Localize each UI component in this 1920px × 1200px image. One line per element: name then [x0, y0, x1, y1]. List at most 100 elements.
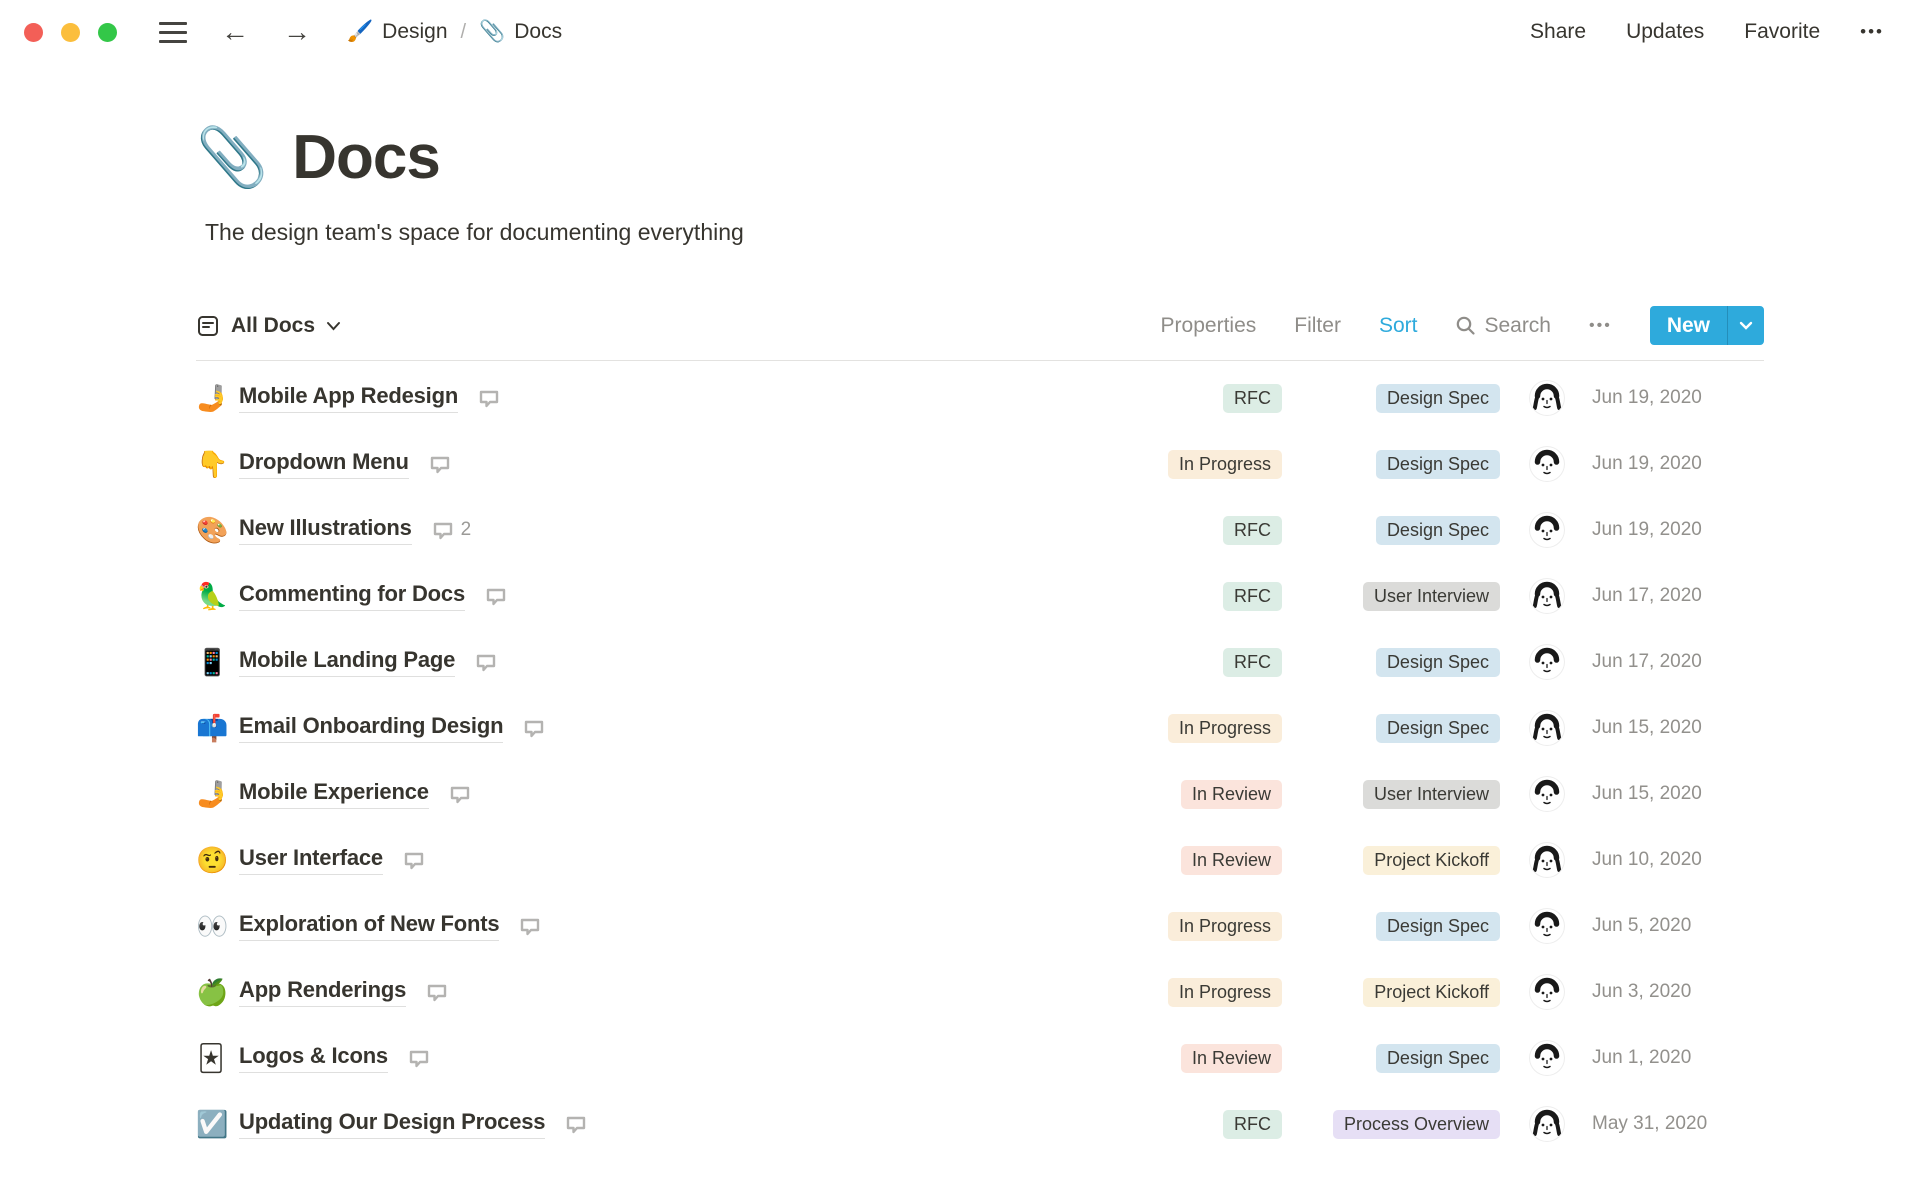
doc-title-link[interactable]: Updating Our Design Process [239, 1109, 546, 1139]
more-options-icon[interactable]: ••• [1860, 22, 1884, 42]
status-tag[interactable]: In Review [1180, 1043, 1282, 1073]
doc-title-link[interactable]: Email Onboarding Design [239, 713, 504, 743]
category-tag[interactable]: Design Spec [1375, 713, 1500, 743]
row-emoji-icon: 🤳 [196, 778, 229, 809]
back-arrow-icon[interactable]: ← [221, 18, 249, 46]
view-switcher[interactable]: All Docs [196, 314, 341, 338]
zoom-window-button[interactable] [98, 22, 117, 42]
comment-count[interactable] [565, 1114, 594, 1135]
comment-count[interactable] [485, 586, 514, 607]
doc-title-link[interactable]: Mobile Experience [239, 779, 429, 809]
status-tag[interactable]: In Review [1180, 845, 1282, 875]
comment-count[interactable] [426, 982, 455, 1003]
avatar[interactable] [1530, 909, 1564, 943]
category-tag[interactable]: Process Overview [1332, 1109, 1500, 1139]
doc-title-link[interactable]: Logos & Icons [239, 1043, 388, 1073]
new-button[interactable]: New [1649, 306, 1727, 345]
doc-title-link[interactable]: New Illustrations [239, 515, 412, 545]
comment-count[interactable] [519, 916, 548, 937]
comment-count[interactable] [478, 388, 507, 409]
comment-count[interactable] [523, 718, 552, 739]
comment-bubble-icon [479, 390, 499, 407]
category-tag[interactable]: Design Spec [1375, 911, 1500, 941]
category-tag[interactable]: Project Kickoff [1363, 977, 1500, 1007]
status-tag[interactable]: In Review [1180, 779, 1282, 809]
comment-count[interactable] [475, 652, 504, 673]
breadcrumb-separator: / [460, 20, 467, 43]
category-tag[interactable]: Design Spec [1375, 1043, 1500, 1073]
comment-count[interactable] [429, 454, 458, 475]
minimize-window-button[interactable] [61, 22, 80, 42]
category-tag[interactable]: Design Spec [1375, 449, 1500, 479]
status-tag[interactable]: RFC [1223, 515, 1282, 545]
category-tag[interactable]: Design Spec [1375, 383, 1500, 413]
row-emoji-icon: 📱 [196, 646, 229, 677]
avatar[interactable] [1530, 1107, 1564, 1141]
category-tag[interactable]: User Interview [1362, 779, 1500, 809]
search-icon [1457, 316, 1476, 335]
database-toolbar: All Docs Properties Filter Sort Search •… [196, 306, 1764, 345]
status-tag[interactable]: RFC [1223, 383, 1282, 413]
table-row: 🎨 New Illustrations 2 RFC Design Spec Ju… [196, 497, 1764, 563]
status-tag[interactable]: In Progress [1167, 713, 1282, 743]
chevron-down-icon [1739, 321, 1753, 330]
close-window-button[interactable] [24, 22, 43, 42]
sidebar-menu-icon[interactable] [159, 21, 187, 43]
doc-title-link[interactable]: App Renderings [239, 977, 406, 1007]
row-emoji-icon: 🦜 [196, 580, 229, 611]
status-tag[interactable]: In Progress [1167, 911, 1282, 941]
doc-title-link[interactable]: Mobile App Redesign [239, 383, 458, 413]
doc-title-link[interactable]: Dropdown Menu [239, 449, 409, 479]
forward-arrow-icon[interactable]: → [283, 18, 311, 46]
status-tag[interactable]: RFC [1223, 1109, 1282, 1139]
search-label: Search [1484, 313, 1551, 337]
breadcrumb-item-design[interactable]: 🖌️ Design [347, 20, 448, 44]
breadcrumb-item-docs[interactable]: 📎 Docs [479, 20, 562, 44]
avatar[interactable] [1530, 711, 1564, 745]
status-tag[interactable]: In Progress [1167, 977, 1282, 1007]
doc-title-link[interactable]: Mobile Landing Page [239, 647, 455, 677]
edited-date: Jun 15, 2020 [1592, 717, 1702, 738]
search-button[interactable]: Search [1455, 314, 1551, 338]
comment-count[interactable] [408, 1048, 437, 1069]
doc-title-link[interactable]: Commenting for Docs [239, 581, 465, 611]
avatar[interactable] [1530, 579, 1564, 613]
comment-bubble-icon [433, 522, 452, 539]
status-tag[interactable]: RFC [1223, 647, 1282, 677]
doc-title-link[interactable]: User Interface [239, 845, 383, 875]
comment-count[interactable] [403, 850, 432, 871]
favorite-button[interactable]: Favorite [1744, 20, 1820, 44]
avatar[interactable] [1530, 1041, 1564, 1075]
category-tag[interactable]: User Interview [1362, 581, 1500, 611]
page-icon-paperclip[interactable]: 📎 [196, 128, 268, 187]
row-emoji-icon: ☑️ [196, 1108, 229, 1139]
filter-button[interactable]: Filter [1294, 314, 1341, 338]
table-row: 📱 Mobile Landing Page RFC Design Spec Ju… [196, 629, 1764, 695]
toolbar-more-icon[interactable]: ••• [1589, 317, 1612, 335]
properties-button[interactable]: Properties [1161, 314, 1257, 338]
page-subtitle: The design team's space for documenting … [205, 219, 744, 245]
avatar[interactable] [1530, 513, 1564, 547]
avatar[interactable] [1530, 447, 1564, 481]
edited-date: Jun 19, 2020 [1592, 519, 1702, 540]
share-button[interactable]: Share [1530, 20, 1586, 44]
avatar[interactable] [1530, 381, 1564, 415]
sort-button[interactable]: Sort [1379, 314, 1418, 338]
avatar[interactable] [1530, 843, 1564, 877]
category-tag[interactable]: Design Spec [1375, 515, 1500, 545]
table-header-divider [196, 360, 1764, 361]
updates-button[interactable]: Updates [1626, 20, 1704, 44]
status-tag[interactable]: In Progress [1167, 449, 1282, 479]
doc-title-link[interactable]: Exploration of New Fonts [239, 911, 500, 941]
category-tag[interactable]: Project Kickoff [1363, 845, 1500, 875]
avatar[interactable] [1530, 975, 1564, 1009]
new-button-dropdown[interactable] [1727, 306, 1764, 345]
view-name: All Docs [231, 313, 316, 337]
avatar[interactable] [1530, 777, 1564, 811]
avatar[interactable] [1530, 645, 1564, 679]
category-tag[interactable]: Design Spec [1375, 647, 1500, 677]
comment-bubble-icon [404, 852, 424, 869]
comment-count[interactable]: 2 [432, 519, 471, 541]
comment-count[interactable] [449, 784, 478, 805]
status-tag[interactable]: RFC [1223, 581, 1282, 611]
